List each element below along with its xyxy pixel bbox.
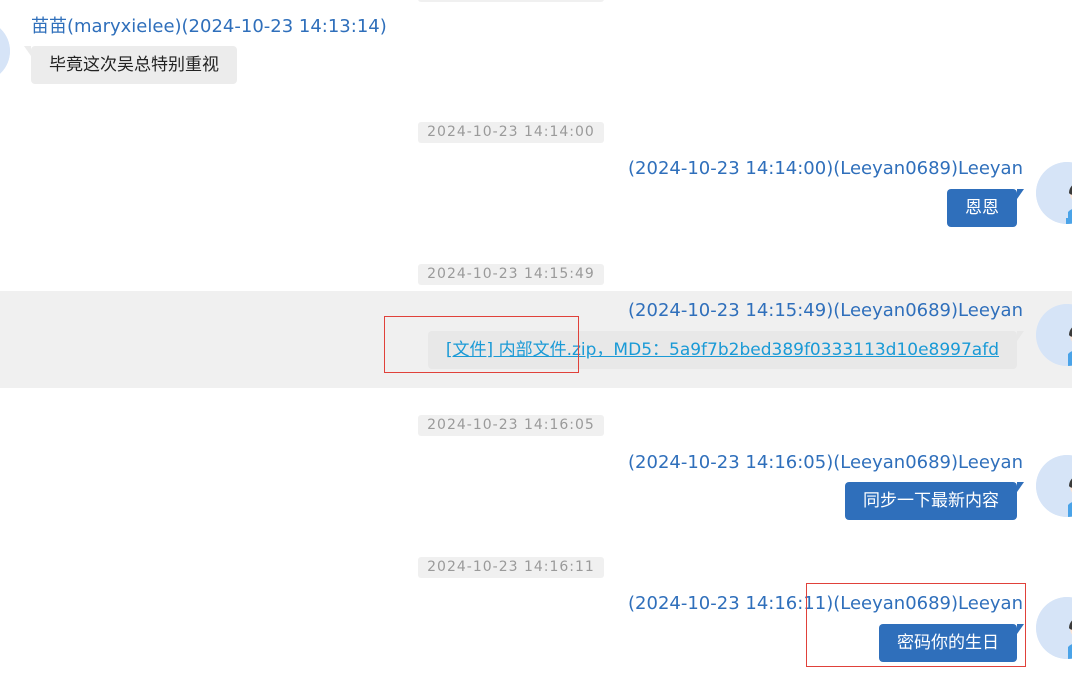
message-header: (2024-10-23 14:14:00)(Leeyan0689)Leeyan (628, 158, 1023, 179)
user-avatar-icon[interactable] (1036, 162, 1072, 224)
message-bubble[interactable]: 恩恩 (947, 189, 1024, 227)
user-avatar-icon[interactable] (1036, 455, 1072, 517)
user-avatar-icon[interactable] (1036, 597, 1072, 659)
time-divider: 2024-10-23 14:15:49 (418, 264, 604, 285)
time-divider: 2024-10-23 14:14:00 (418, 122, 604, 143)
message-bubble[interactable]: 同步一下最新内容 (845, 482, 1024, 520)
message-header: (2024-10-23 14:15:49)(Leeyan0689)Leeyan (628, 300, 1023, 321)
time-divider: 2024-10-23 14:16:11 (418, 557, 604, 578)
message-bubble[interactable]: 密码你的生日 (879, 624, 1024, 662)
time-divider: 2024-10-23 14:16:05 (418, 415, 604, 436)
message-header: 苗苗(maryxielee)(2024-10-23 14:13:14) (31, 16, 387, 37)
contact-avatar-icon[interactable] (0, 20, 10, 82)
file-link-bubble[interactable]: [文件] 内部文件.zip，MD5：5a9f7b2bed389f0333113d… (427, 331, 1025, 369)
message-bubble[interactable]: 毕竟这次吴总特别重视 (24, 46, 237, 84)
message-header: (2024-10-23 14:16:11)(Leeyan0689)Leeyan (628, 593, 1023, 614)
chat-history-view: 苗苗(maryxielee)(2024-10-23 14:13:14) 毕竟这次… (0, 0, 1072, 678)
time-divider-cutoff (418, 0, 604, 2)
message-header: (2024-10-23 14:16:05)(Leeyan0689)Leeyan (628, 452, 1023, 473)
